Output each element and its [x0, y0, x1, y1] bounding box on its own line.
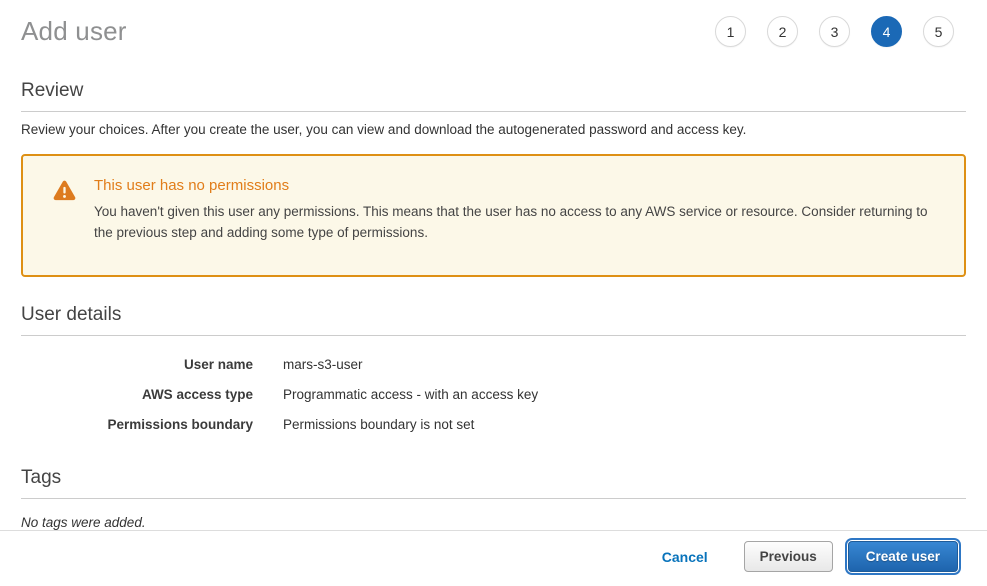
warning-text-block: This user has no permissions You haven't… [94, 177, 944, 243]
user-details-section-heading: User details [21, 304, 966, 336]
no-permissions-warning-banner: This user has no permissions You haven't… [21, 154, 966, 277]
cancel-button[interactable]: Cancel [662, 549, 708, 565]
step-3[interactable]: 3 [819, 16, 850, 47]
detail-value: mars-s3-user [283, 357, 363, 372]
wizard-content: Add user 1 2 3 4 5 Review Review your ch… [0, 0, 987, 530]
create-user-button[interactable]: Create user [848, 541, 958, 572]
step-4-active[interactable]: 4 [871, 16, 902, 47]
table-row-user-name: User name mars-s3-user [21, 350, 966, 380]
page-title: Add user [21, 16, 127, 47]
detail-value: Permissions boundary is not set [283, 417, 474, 432]
detail-label: AWS access type [21, 387, 253, 402]
warning-body: You haven't given this user any permissi… [94, 201, 944, 243]
review-description: Review your choices. After you create th… [21, 122, 966, 137]
detail-value: Programmatic access - with an access key [283, 387, 538, 402]
step-5[interactable]: 5 [923, 16, 954, 47]
warning-title: This user has no permissions [94, 177, 944, 194]
user-details-table: User name mars-s3-user AWS access type P… [21, 350, 966, 440]
review-section-heading: Review [21, 80, 966, 112]
step-2[interactable]: 2 [767, 16, 798, 47]
detail-label: Permissions boundary [21, 417, 253, 432]
step-1[interactable]: 1 [715, 16, 746, 47]
table-row-permissions-boundary: Permissions boundary Permissions boundar… [21, 410, 966, 440]
step-indicator: 1 2 3 4 5 [715, 16, 966, 47]
wizard-footer: Cancel Previous Create user [0, 530, 987, 586]
tags-empty-message: No tags were added. [21, 515, 966, 530]
table-row-access-type: AWS access type Programmatic access - wi… [21, 380, 966, 410]
wizard-header: Add user 1 2 3 4 5 [21, 0, 966, 47]
tags-section-heading: Tags [21, 467, 966, 499]
detail-label: User name [21, 357, 253, 372]
warning-triangle-icon [53, 180, 76, 206]
previous-button[interactable]: Previous [744, 541, 833, 572]
add-user-wizard-page: Add user 1 2 3 4 5 Review Review your ch… [0, 0, 987, 581]
